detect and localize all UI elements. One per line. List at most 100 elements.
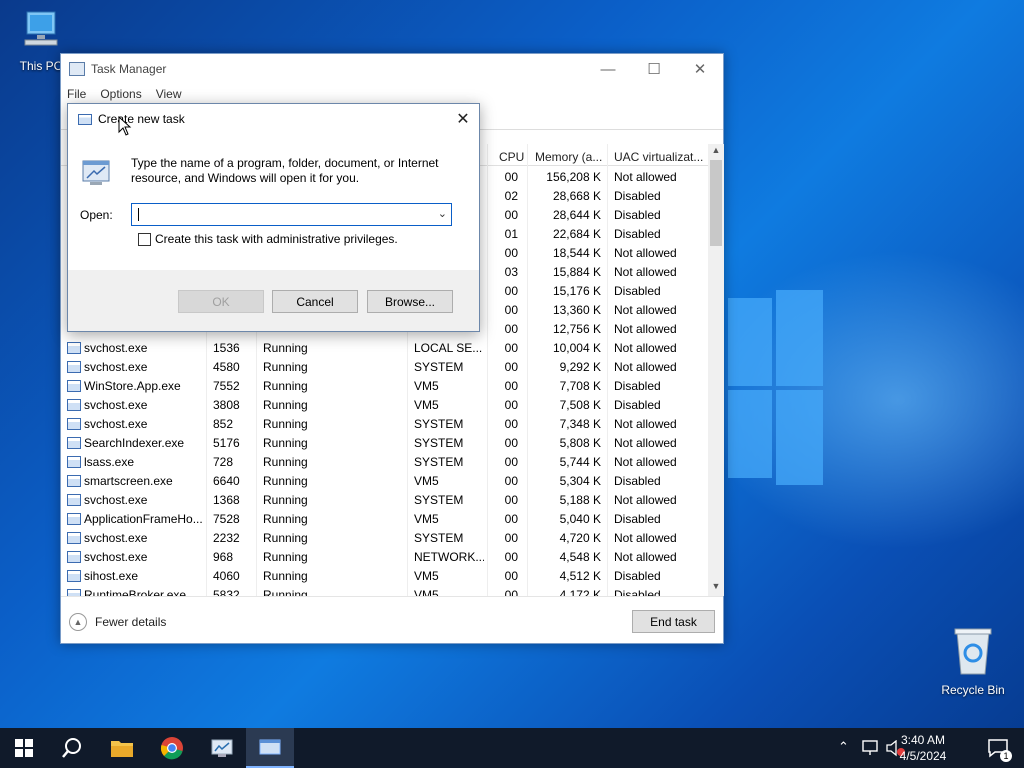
process-status: Running: [263, 379, 308, 393]
taskbar-file-explorer[interactable]: [98, 728, 146, 768]
process-memory: 28,668 K: [552, 189, 601, 203]
run-dialog-icon: [78, 113, 92, 125]
taskbar-chrome[interactable]: [148, 728, 196, 768]
mouse-pointer-icon: [118, 116, 132, 136]
admin-privileges-checkbox[interactable]: Create this task with administrative pri…: [138, 232, 398, 246]
process-icon: [67, 380, 81, 392]
window-title: Task Manager: [91, 62, 167, 76]
network-icon[interactable]: [862, 740, 880, 756]
process-uac: Not allowed: [614, 417, 677, 431]
process-icon: [67, 456, 81, 468]
process-uac: Not allowed: [614, 550, 677, 564]
process-uac: Disabled: [614, 189, 661, 203]
table-row[interactable]: svchost.exe 1536 Running LOCAL SE... 00 10,00…: [61, 339, 709, 358]
process-pid: 5832: [213, 588, 240, 596]
windows-start-icon: [15, 739, 33, 757]
table-row[interactable]: WinStore.App.exe 7552 Running VM5 00 7,708 K D…: [61, 377, 709, 396]
process-icon: [67, 437, 81, 449]
scrollbar-thumb[interactable]: [710, 160, 722, 246]
process-name: svchost.exe: [84, 417, 148, 431]
process-uac: Disabled: [614, 208, 661, 222]
minimize-icon[interactable]: —: [585, 54, 631, 84]
process-name: svchost.exe: [84, 550, 148, 564]
table-row[interactable]: svchost.exe 1368 Running SYSTEM 00 5,188 K Not…: [61, 491, 709, 510]
table-row[interactable]: svchost.exe 852 Running SYSTEM 00 7,348 K Not …: [61, 415, 709, 434]
cancel-button[interactable]: Cancel: [272, 290, 358, 313]
close-icon[interactable]: ✕: [677, 54, 723, 84]
table-row[interactable]: RuntimeBroker.exe 5832 Running VM5 00 4,172 K…: [61, 586, 709, 596]
menu-options[interactable]: Options: [100, 87, 141, 101]
column-header-cpu[interactable]: CPU: [499, 150, 524, 164]
process-pid: 6640: [213, 474, 240, 488]
column-header-uac[interactable]: UAC virtualizat...: [614, 150, 703, 164]
table-row[interactable]: svchost.exe 3808 Running VM5 00 7,508 K Disabl…: [61, 396, 709, 415]
table-row[interactable]: ApplicationFrameHo... 7528 Running VM5 00 5,0…: [61, 510, 709, 529]
process-cpu: 00: [504, 208, 518, 222]
process-user: VM5: [414, 512, 439, 526]
create-new-task-dialog: Create new task ✕ Type the name of a pro…: [67, 103, 480, 332]
desktop-icon-recycle-bin[interactable]: Recycle Bin: [938, 626, 1008, 697]
process-pid: 4060: [213, 569, 240, 583]
process-pid: 2232: [213, 531, 240, 545]
wallpaper-windows-logo: [728, 290, 823, 485]
column-separator: [607, 144, 608, 596]
open-input[interactable]: ⌄: [131, 203, 452, 226]
run-dialog-icon: [259, 739, 281, 755]
show-hidden-icons-icon[interactable]: ⌃: [838, 739, 849, 755]
scroll-down-icon[interactable]: ▼: [708, 581, 724, 595]
process-memory: 5,744 K: [559, 455, 601, 469]
process-name: svchost.exe: [84, 531, 148, 545]
table-row[interactable]: svchost.exe 4580 Running SYSTEM 00 9,292 K Not…: [61, 358, 709, 377]
scroll-up-icon[interactable]: ▲: [708, 145, 724, 159]
process-pid: 1368: [213, 493, 240, 507]
chevron-down-icon[interactable]: ⌄: [438, 207, 447, 220]
process-cpu: 00: [504, 531, 518, 545]
process-uac: Disabled: [614, 398, 661, 412]
taskbar-run-dialog[interactable]: [246, 728, 294, 768]
ok-button[interactable]: OK: [178, 290, 264, 313]
table-row[interactable]: lsass.exe 728 Running SYSTEM 00 5,744 K Not al…: [61, 453, 709, 472]
end-task-button[interactable]: End task: [632, 610, 715, 633]
search-button[interactable]: [48, 728, 96, 768]
process-uac: Disabled: [614, 512, 661, 526]
process-cpu: 00: [504, 569, 518, 583]
menu-view[interactable]: View: [156, 87, 182, 101]
process-name: svchost.exe: [84, 398, 148, 412]
process-pid: 7528: [213, 512, 240, 526]
vertical-scrollbar[interactable]: ▲ ▼: [708, 144, 724, 596]
browse-button[interactable]: Browse...: [367, 290, 453, 313]
process-icon: [67, 551, 81, 563]
table-row[interactable]: svchost.exe 2232 Running SYSTEM 00 4,720 K Not…: [61, 529, 709, 548]
action-center-button[interactable]: 1: [974, 728, 1022, 768]
taskbar-task-manager[interactable]: [198, 728, 246, 768]
column-separator: [527, 144, 528, 596]
table-row[interactable]: svchost.exe 968 Running NETWORK... 00 4,548 K…: [61, 548, 709, 567]
table-row[interactable]: SearchIndexer.exe 5176 Running SYSTEM 00 5,80…: [61, 434, 709, 453]
dialog-close-icon[interactable]: ✕: [447, 109, 479, 129]
menu-file[interactable]: File: [67, 87, 86, 101]
process-name: lsass.exe: [84, 455, 135, 469]
checkbox-box[interactable]: [138, 232, 151, 246]
process-pid: 7552: [213, 379, 240, 393]
table-row[interactable]: smartscreen.exe 6640 Running VM5 00 5,304 K Di…: [61, 472, 709, 491]
fewer-details-button[interactable]: ▲ Fewer details: [69, 613, 166, 631]
process-name: smartscreen.exe: [84, 474, 173, 488]
process-uac: Not allowed: [614, 322, 677, 336]
process-cpu: 00: [504, 341, 518, 355]
process-uac: Not allowed: [614, 436, 677, 450]
process-uac: Not allowed: [614, 303, 677, 317]
maximize-icon[interactable]: ☐: [631, 54, 677, 84]
system-clock[interactable]: 3:40 AM 4/5/2024: [888, 732, 958, 764]
table-row[interactable]: sihost.exe 4060 Running VM5 00 4,512 K Disable…: [61, 567, 709, 586]
process-user: VM5: [414, 588, 439, 596]
process-uac: Disabled: [614, 227, 661, 241]
process-memory: 7,508 K: [559, 398, 601, 412]
process-name: sihost.exe: [84, 569, 139, 583]
process-pid: 1536: [213, 341, 240, 355]
column-header-memory[interactable]: Memory (a...: [535, 150, 602, 164]
open-label: Open:: [80, 208, 113, 222]
process-memory: 15,884 K: [552, 265, 601, 279]
process-name: svchost.exe: [84, 493, 148, 507]
admin-privileges-label: Create this task with administrative pri…: [155, 232, 398, 246]
start-button[interactable]: [0, 728, 48, 768]
